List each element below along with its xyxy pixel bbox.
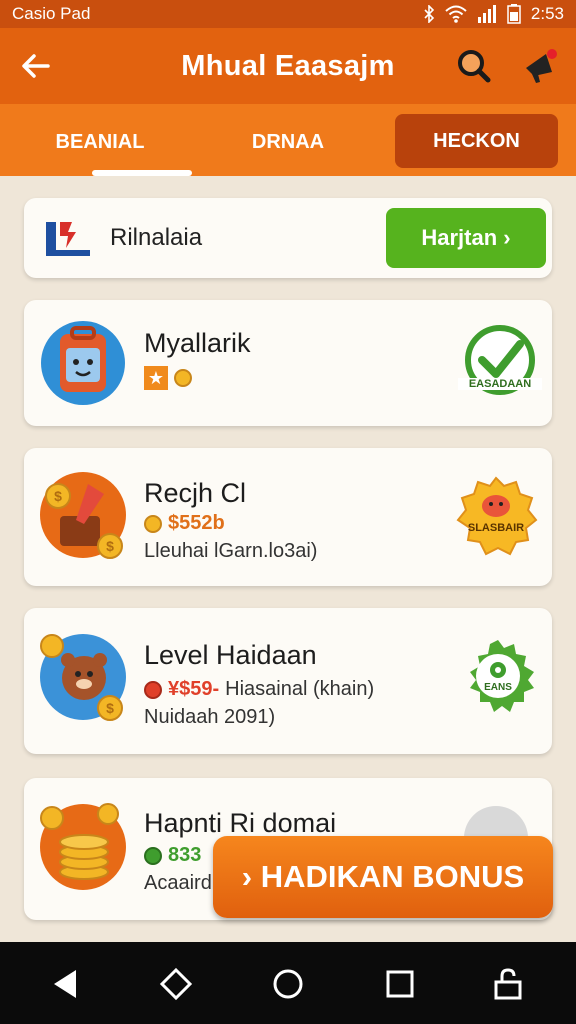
signal-icon — [477, 5, 496, 23]
banner-text: Rilnalaia — [110, 224, 203, 251]
tab-bar: BEANIAL DRNAA HECKON — [0, 104, 576, 176]
svg-text:$: $ — [54, 488, 62, 504]
nav-back-button[interactable] — [48, 966, 84, 1002]
circle-home-icon — [273, 969, 303, 999]
nav-diamond-button[interactable] — [158, 966, 194, 1002]
task-card[interactable]: Myallarik ★ EASADAAN — [24, 300, 552, 426]
reward-token-icon — [144, 846, 162, 865]
nav-home-button[interactable] — [270, 966, 306, 1002]
nav-recents-button[interactable] — [382, 966, 418, 1002]
task-card[interactable]: $ $ Recjh Cl $552b Lleuhai lGarn.lo3ai) … — [24, 448, 552, 586]
search-icon — [458, 50, 491, 83]
nav-lock-button[interactable] — [490, 966, 526, 1002]
megaphone-icon — [526, 49, 557, 83]
task-reward: ★ — [144, 366, 192, 390]
battery-icon — [507, 4, 521, 24]
status-icons: 2:53 — [423, 4, 564, 24]
bluetooth-icon — [424, 5, 435, 23]
tab-beanial[interactable]: BEANIAL — [30, 116, 170, 168]
task-reward: $552b — [144, 512, 225, 535]
backpack-character-icon — [41, 321, 125, 405]
task-subtitle: Lleuhai lGarn.lo3ai) — [144, 540, 318, 562]
bear-coins-icon: $ — [40, 634, 126, 721]
wifi-icon — [445, 5, 467, 23]
tab-drnaa[interactable]: DRNAA — [218, 116, 358, 168]
banner-button-label: Harjtan — [421, 225, 498, 250]
task-card[interactable]: $ Level Haidaan ¥$59- Hiasainal (khain) … — [24, 608, 552, 754]
search-button[interactable] — [454, 46, 494, 86]
pig-badge-icon: SLASBAIR — [454, 474, 538, 558]
reward-note: Hiasainal (khain) — [225, 678, 375, 700]
paint-coins-icon: $ $ — [40, 472, 126, 559]
coin-icon — [174, 369, 192, 387]
star-icon: ★ — [144, 366, 168, 390]
svg-text:$: $ — [106, 538, 114, 554]
bonus-button[interactable]: › HADIKAN BONUS — [213, 836, 553, 918]
badge-label: EANS — [484, 682, 512, 693]
badge-label: SLASBAIR — [467, 522, 525, 534]
brand-logo-icon — [46, 222, 90, 256]
system-nav-bar — [0, 942, 576, 1024]
check-badge-icon: EASADAAN — [458, 322, 542, 402]
chevron-right-icon: › — [241, 859, 253, 894]
task-subtitle: Nuidaah 2091) — [144, 706, 276, 728]
badge-label: EASADAAN — [458, 378, 542, 390]
triangle-back-icon — [54, 970, 76, 998]
reward-value: ¥$59- — [168, 678, 220, 700]
task-reward: 833 — [144, 844, 201, 867]
gear-badge-icon: EANS — [458, 636, 538, 716]
coin-icon — [144, 514, 162, 533]
square-recents-icon — [386, 970, 414, 998]
app-bar: Mhual Eaasajm — [0, 28, 576, 104]
status-bar: Casio Pad 2:53 — [0, 0, 576, 28]
active-tab-indicator — [92, 170, 192, 176]
status-time: 2:53 — [530, 4, 564, 23]
coin-stack-icon — [40, 803, 126, 890]
banner-card: Rilnalaia Harjtan › — [24, 198, 552, 278]
task-subtitle: Acaaird | — [144, 872, 223, 894]
carrier-label: Casio Pad — [12, 4, 91, 23]
diamond-icon — [159, 967, 193, 1001]
task-title: Recjh Cl — [144, 478, 247, 508]
task-title: Level Haidaan — [144, 640, 317, 670]
task-reward: ¥$59- Hiasainal (khain) — [144, 678, 374, 701]
reward-value: 833 — [168, 844, 202, 866]
banner-action-button[interactable]: Harjtan › — [386, 208, 546, 268]
chevron-right-icon: › — [503, 225, 511, 250]
svg-text:$: $ — [106, 700, 114, 716]
lock-icon — [494, 968, 522, 1000]
task-title: Myallarik — [144, 328, 251, 358]
task-title: Hapnti Ri domai — [144, 808, 337, 838]
tab-heckon[interactable]: HECKON — [395, 114, 558, 168]
reward-value: $552b — [168, 512, 225, 534]
notification-button[interactable] — [520, 46, 560, 86]
bonus-button-label: HADIKAN BONUS — [260, 859, 525, 894]
reward-token-icon — [144, 680, 162, 699]
